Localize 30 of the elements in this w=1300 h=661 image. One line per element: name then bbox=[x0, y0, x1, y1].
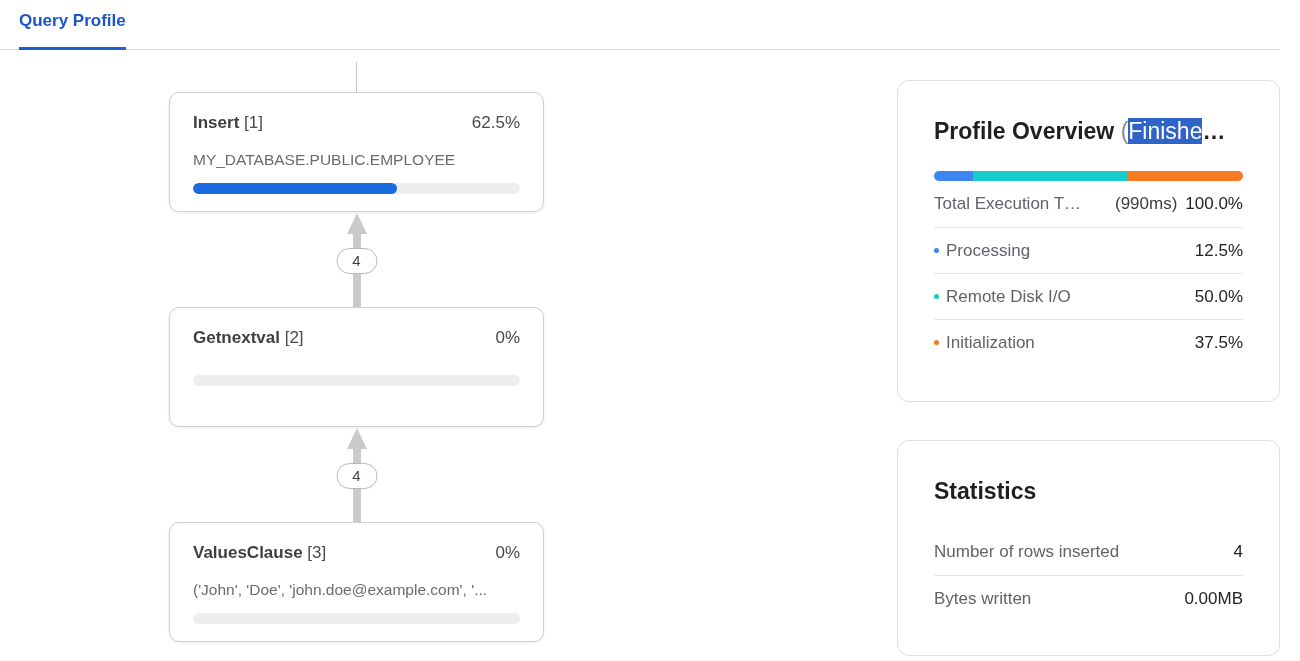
row-label: Processing bbox=[946, 240, 1031, 261]
operator-percent: 0% bbox=[495, 328, 520, 348]
row-label: Initialization bbox=[946, 332, 1035, 353]
operator-detail: MY_DATABASE.PUBLIC.EMPLOYEE bbox=[193, 150, 457, 170]
operator-node[interactable]: Insert [1] 62.5% MY_DATABASE.PUBLIC.EMPLOYEE bbox=[169, 92, 544, 212]
operator-percent: 0% bbox=[495, 543, 520, 563]
row-value: 4 bbox=[1233, 542, 1243, 562]
operator-node[interactable]: ValuesClause [3] 0% ('John', 'Doe', 'john.doe@example.com', '... bbox=[169, 522, 544, 642]
row-label: Number of rows inserted bbox=[934, 542, 1120, 562]
row-value: 0.00MB bbox=[1184, 588, 1243, 609]
tab[interactable]: Query Profile bbox=[19, 0, 126, 50]
duration-text: (990ms) bbox=[1114, 194, 1178, 214]
connector-line bbox=[356, 62, 357, 92]
row-label: Total Execution T… bbox=[934, 194, 1082, 214]
operator-title: Insert [1] bbox=[193, 113, 263, 133]
operator-title: ValuesClause [3] bbox=[193, 543, 327, 563]
operator-percent: 62.5% bbox=[471, 113, 520, 133]
operator-node[interactable]: Getnextval [2] 0% bbox=[169, 307, 544, 427]
row-count-badge: 4 bbox=[336, 248, 377, 274]
row-label: Bytes written bbox=[934, 588, 1032, 609]
row-value: 100.0% bbox=[1185, 194, 1243, 214]
operator-title: Getnextval [2] bbox=[193, 328, 304, 348]
operator-detail: ('John', 'Doe', 'john.doe@example.com', '... bbox=[193, 580, 489, 600]
row-value: 12.5% bbox=[1194, 240, 1243, 261]
card-title: Profile Overview (Finishe… bbox=[934, 117, 1227, 145]
card-title: Statistics bbox=[934, 477, 1038, 505]
row-count-badge: 4 bbox=[336, 463, 377, 489]
row-value: 37.5% bbox=[1194, 332, 1243, 353]
row-label: Remote Disk I/O bbox=[946, 286, 1071, 307]
row-value: 50.0% bbox=[1194, 286, 1243, 307]
